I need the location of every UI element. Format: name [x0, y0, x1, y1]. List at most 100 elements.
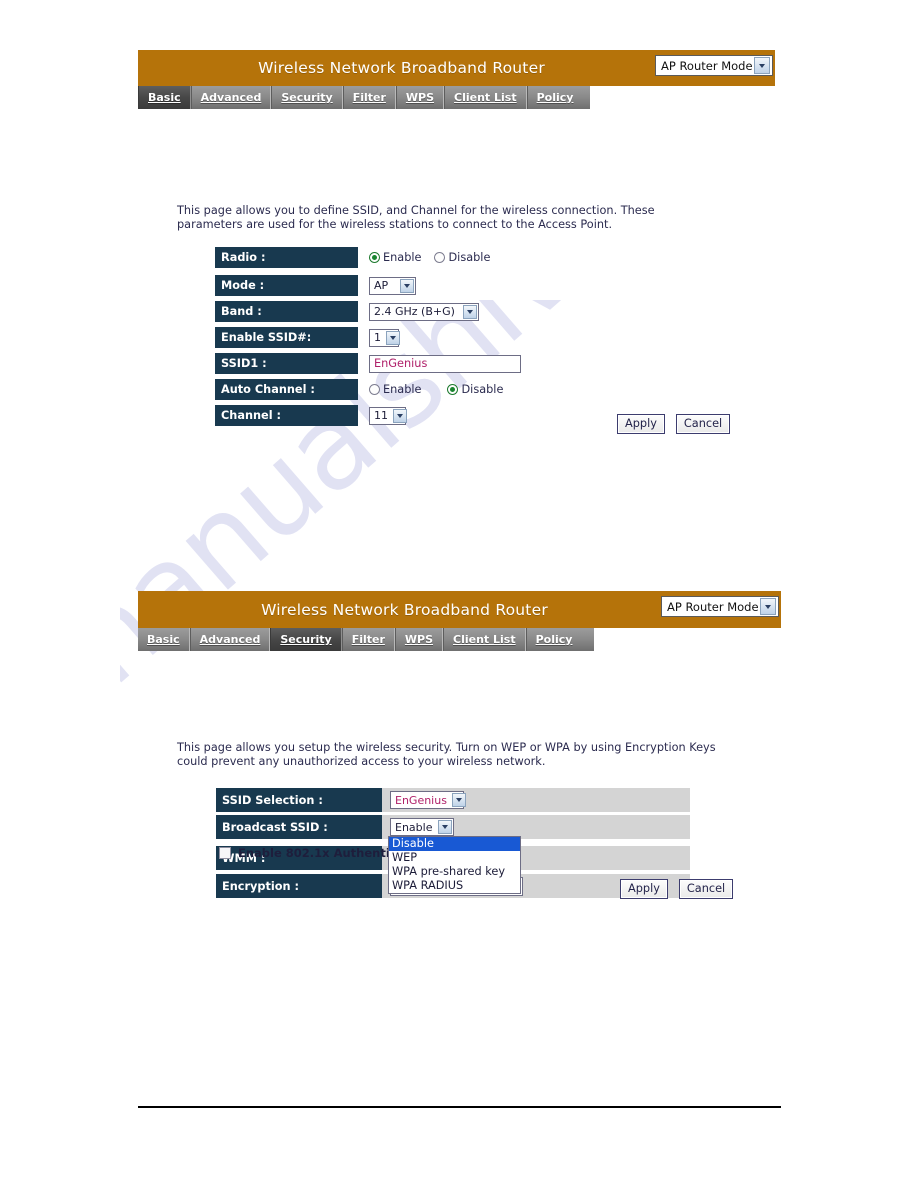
radio-selected-icon	[447, 384, 459, 395]
label-broadcast-ssid: Broadcast SSID :	[216, 815, 382, 839]
tab-policy[interactable]: Policy	[526, 86, 583, 109]
ssid-selection-dropdown[interactable]: EnGenius	[390, 791, 466, 809]
page-title: Wireless Network Broadband Router	[258, 59, 545, 77]
tab-wps[interactable]: WPS	[395, 86, 445, 109]
chevron-down-icon	[399, 278, 414, 293]
tab-advanced[interactable]: Advanced	[190, 86, 272, 109]
cancel-button[interactable]: Cancel	[675, 414, 731, 434]
label-ssid-selection: SSID Selection :	[216, 788, 382, 812]
enable-ssid-dropdown[interactable]: 1	[369, 328, 400, 347]
label-encryption: Encryption :	[216, 874, 382, 898]
radio-selected-icon	[369, 252, 380, 263]
control-mode: AP	[358, 275, 416, 296]
chevron-down-icon	[451, 793, 466, 807]
cancel-button[interactable]: Cancel	[678, 879, 734, 899]
chevron-down-icon	[754, 57, 770, 74]
tab-security[interactable]: Security	[270, 628, 342, 651]
form-row-band: Band : 2.4 GHz (B+G)	[215, 301, 521, 322]
label-channel: Channel :	[215, 405, 358, 426]
radio-group-radio: Enable Disable	[369, 251, 490, 264]
radio-group-auto-channel: Enable Disable	[369, 383, 503, 396]
tab-wps[interactable]: WPS	[394, 628, 444, 651]
control-channel: 11	[358, 405, 407, 426]
radio-unselected-icon	[434, 252, 446, 263]
label-ssid1: SSID1 :	[215, 353, 358, 374]
chevron-down-icon	[462, 304, 477, 319]
tab-client-list[interactable]: Client List	[444, 86, 527, 109]
radio-label-enable: Enable	[383, 383, 422, 396]
label-band: Band :	[215, 301, 358, 322]
chevron-down-icon	[760, 598, 776, 615]
mode-select-value: AP Router Mode	[667, 599, 759, 614]
mode-select-dropdown[interactable]: AP Router Mode	[661, 596, 779, 617]
control-radio: Enable Disable	[358, 247, 490, 268]
label-auto-channel: Auto Channel :	[215, 379, 358, 400]
broadcast-ssid-dropdown[interactable]: Enable	[390, 818, 454, 836]
control-ssid-selection: EnGenius	[382, 788, 690, 812]
control-band: 2.4 GHz (B+G)	[358, 301, 479, 322]
mode-select-value: AP Router Mode	[661, 58, 753, 73]
broadcast-ssid-value: Enable	[395, 820, 433, 834]
page-title: Wireless Network Broadband Router	[261, 600, 548, 619]
radio-option-radio-enable[interactable]: Enable	[369, 251, 421, 264]
band-dropdown[interactable]: 2.4 GHz (B+G)	[369, 302, 479, 321]
button-row-security: Apply Cancel	[620, 879, 734, 899]
tab-filter[interactable]: Filter	[341, 628, 395, 651]
basic-settings-form: Radio : Enable Disable Mode: AP Band: …	[215, 247, 521, 426]
channel-dropdown[interactable]: 11	[369, 406, 407, 425]
page-description: This page allows you to define SSID, and…	[177, 204, 655, 231]
enable-8021x-checkbox[interactable]	[219, 847, 231, 859]
chevron-down-icon	[393, 408, 407, 423]
form-row-ssid-selection: SSID Selection : EnGenius	[216, 788, 690, 812]
router-panel-security: Wireless Network Broadband Router AP Rou…	[138, 591, 781, 898]
channel-dropdown-value: 11	[374, 409, 388, 422]
control-auto-channel: Enable Disable	[358, 379, 503, 400]
mode-dropdown-value: AP	[374, 279, 389, 292]
mode-select-dropdown[interactable]: AP Router Mode	[655, 55, 773, 76]
form-row-auto-channel: Auto Channel : Enable Disable	[215, 379, 521, 400]
radio-unselected-icon	[369, 384, 380, 395]
dropdown-option-wep[interactable]: WEP	[389, 851, 520, 865]
encryption-dropdown-options[interactable]: Disable WEP WPA pre-shared key WPA RADIU…	[388, 836, 521, 894]
form-row-mode: Mode : AP	[215, 275, 521, 296]
router-header-bar: Wireless Network Broadband Router AP Rou…	[138, 591, 781, 628]
form-row-enable-ssid: Enable SSID#: 1	[215, 327, 521, 348]
radio-option-autochannel-disable[interactable]: Disable	[447, 383, 503, 396]
apply-button[interactable]: Apply	[617, 414, 665, 434]
button-row-basic: Apply Cancel	[617, 414, 731, 434]
ssid1-input[interactable]: EnGenius	[369, 354, 521, 373]
tab-bar: Basic Advanced Security Filter WPS Clien…	[138, 86, 590, 109]
dropdown-option-wpa-psk[interactable]: WPA pre-shared key	[389, 865, 520, 879]
label-enable-ssid: Enable SSID#:	[215, 327, 358, 348]
radio-option-autochannel-enable[interactable]: Enable	[369, 383, 421, 396]
row-spacer	[215, 268, 521, 275]
enable-ssid-dropdown-value: 1	[374, 331, 381, 344]
mode-dropdown[interactable]: AP	[369, 276, 416, 295]
page-bottom-rule	[138, 1106, 781, 1108]
page-description: This page allows you setup the wireless …	[177, 741, 716, 768]
band-dropdown-value: 2.4 GHz (B+G)	[374, 305, 455, 318]
radio-option-radio-disable[interactable]: Disable	[434, 251, 490, 264]
form-row-radio: Radio : Enable Disable	[215, 247, 521, 268]
tab-bar: Basic Advanced Security Filter WPS Clien…	[138, 628, 594, 651]
apply-button[interactable]: Apply	[620, 879, 668, 899]
form-row-ssid1: SSID1 : EnGenius	[215, 353, 521, 374]
ssid-selection-value: EnGenius	[395, 793, 447, 807]
dropdown-option-wpa-radius[interactable]: WPA RADIUS	[389, 879, 520, 893]
chevron-down-icon	[437, 820, 452, 834]
dropdown-option-disable[interactable]: Disable	[389, 837, 520, 851]
router-header-bar: Wireless Network Broadband Router AP Rou…	[138, 50, 775, 86]
radio-label-enable: Enable	[383, 251, 422, 264]
tab-client-list[interactable]: Client List	[443, 628, 526, 651]
tab-basic[interactable]: Basic	[138, 86, 191, 109]
control-enable-ssid: 1	[358, 327, 400, 348]
radio-label-disable: Disable	[461, 383, 504, 396]
tab-advanced[interactable]: Advanced	[189, 628, 271, 651]
tab-filter[interactable]: Filter	[342, 86, 396, 109]
tab-policy[interactable]: Policy	[525, 628, 582, 651]
label-mode: Mode :	[215, 275, 358, 296]
radio-label-disable: Disable	[448, 251, 491, 264]
tab-basic[interactable]: Basic	[138, 628, 190, 651]
router-panel-basic: Wireless Network Broadband Router AP Rou…	[138, 50, 775, 426]
tab-security[interactable]: Security	[271, 86, 343, 109]
